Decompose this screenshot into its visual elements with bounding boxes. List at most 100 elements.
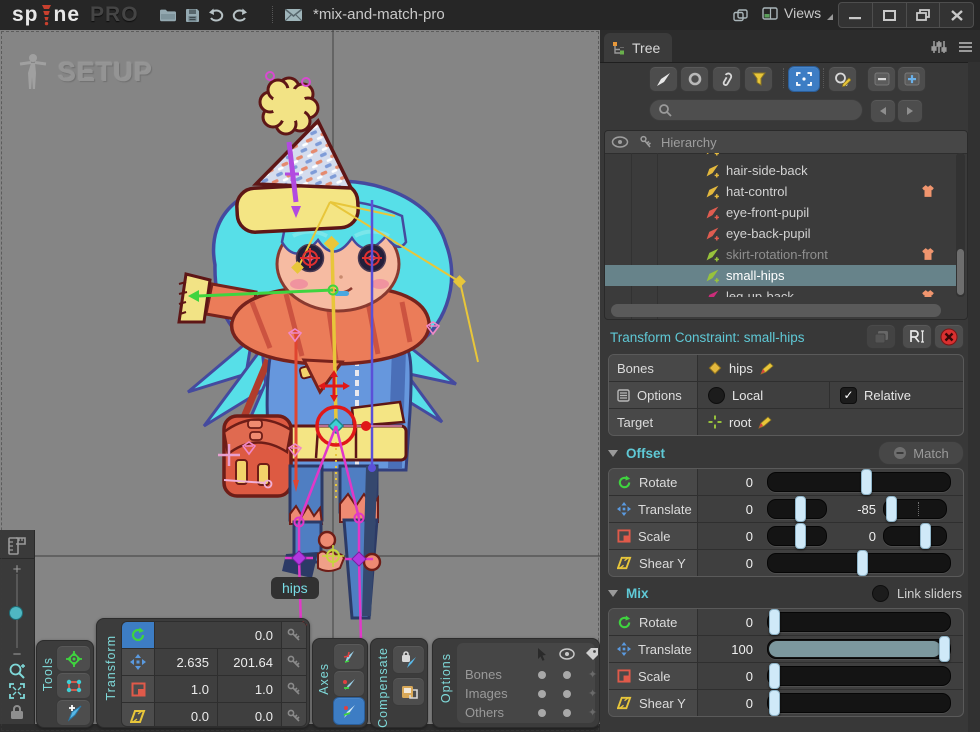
save-project-button[interactable] bbox=[181, 5, 203, 25]
lock-icon[interactable] bbox=[0, 704, 34, 721]
zoom-reset-icon[interactable] bbox=[0, 662, 34, 680]
offset-translate-y-slider[interactable] bbox=[883, 499, 947, 519]
create-bone-tool-button[interactable] bbox=[56, 699, 91, 726]
mix-shear-value[interactable]: 0 bbox=[698, 696, 753, 711]
images-select-toggle[interactable] bbox=[538, 690, 546, 698]
key-icon[interactable] bbox=[281, 676, 306, 702]
collapse-all-button[interactable] bbox=[867, 66, 896, 92]
mix-scale-slider[interactable] bbox=[767, 666, 951, 686]
others-tag-toggle[interactable]: ✦ bbox=[588, 706, 597, 719]
tree-row-hat-control[interactable]: hat-control bbox=[605, 181, 957, 202]
fit-view-icon[interactable] bbox=[0, 682, 34, 700]
translate-x-value[interactable]: 2.635 bbox=[154, 649, 217, 675]
float-windows-icon[interactable] bbox=[729, 5, 751, 25]
compensate-images-button[interactable] bbox=[392, 677, 425, 706]
images-tag-toggle[interactable]: ✦ bbox=[588, 687, 597, 700]
rotate-value[interactable]: 0.0 bbox=[154, 622, 281, 648]
key-icon[interactable] bbox=[281, 649, 306, 675]
delete-constraint-button[interactable] bbox=[934, 324, 964, 349]
target-value-cell[interactable]: root bbox=[698, 409, 963, 435]
offset-translate-x-value[interactable]: 0 bbox=[698, 502, 753, 517]
search-next-button[interactable] bbox=[897, 99, 923, 123]
offset-scale-y-value[interactable]: 0 bbox=[834, 529, 876, 544]
compensate-bones-button[interactable] bbox=[392, 645, 425, 674]
tree-row-eye-back-pupil[interactable]: eye-back-pupil bbox=[605, 223, 957, 244]
frame-selected-button[interactable] bbox=[788, 66, 820, 92]
tree-row-skirt-rotation-front[interactable]: skirt-rotation-front bbox=[605, 244, 957, 265]
offset-scale-x-value[interactable]: 0 bbox=[698, 529, 753, 544]
attachments-button[interactable] bbox=[712, 66, 741, 92]
tree-row-leg-up-back[interactable]: leg-up-back bbox=[605, 286, 957, 297]
panel-menu-icon[interactable] bbox=[954, 38, 976, 56]
tree-row-hair-side-back[interactable]: hair-side-back bbox=[605, 160, 957, 181]
images-visible-toggle[interactable] bbox=[563, 690, 571, 698]
bones-select-toggle[interactable] bbox=[538, 671, 546, 679]
tree-search-input[interactable] bbox=[677, 102, 851, 119]
tree-row-eye-front-pupil[interactable]: eye-front-pupil bbox=[605, 202, 957, 223]
tree-vertical-scrollbar[interactable] bbox=[956, 153, 965, 297]
edit-pencil-icon[interactable] bbox=[760, 362, 774, 375]
others-select-toggle[interactable] bbox=[538, 709, 546, 717]
bones-value-cell[interactable]: hips bbox=[698, 355, 963, 381]
mix-scale-value[interactable]: 0 bbox=[698, 669, 753, 684]
offset-rotate-slider[interactable] bbox=[767, 472, 951, 492]
mix-translate-value[interactable]: 100 bbox=[698, 642, 753, 657]
axes-local-button[interactable] bbox=[333, 697, 365, 725]
match-button[interactable]: Match bbox=[878, 441, 964, 465]
key-icon[interactable] bbox=[281, 703, 306, 727]
mix-rotate-slider[interactable] bbox=[767, 612, 951, 632]
expand-all-button[interactable] bbox=[897, 66, 926, 92]
minimize-button[interactable] bbox=[839, 3, 872, 27]
bones-tag-toggle[interactable]: ✦ bbox=[588, 668, 597, 681]
open-project-button[interactable] bbox=[157, 5, 179, 25]
relative-option[interactable]: ✓ Relative bbox=[830, 382, 963, 408]
collapse-triangle-icon[interactable] bbox=[608, 590, 618, 597]
mix-translate-slider[interactable] bbox=[767, 639, 951, 659]
link-sliders-checkbox[interactable] bbox=[872, 585, 889, 602]
undo-button[interactable] bbox=[205, 5, 227, 25]
search-prev-button[interactable] bbox=[870, 99, 896, 123]
bone-visibility-button[interactable] bbox=[649, 66, 678, 92]
weights-tool-button[interactable] bbox=[56, 672, 91, 699]
maximize-button[interactable] bbox=[872, 3, 906, 27]
export-button[interactable] bbox=[282, 5, 304, 25]
views-menu[interactable]: Views bbox=[762, 5, 833, 21]
collapse-triangle-icon[interactable] bbox=[608, 450, 618, 457]
shear-icon[interactable] bbox=[122, 703, 154, 727]
relative-checkbox[interactable]: ✓ bbox=[840, 387, 857, 404]
zoom-out-button[interactable]: − bbox=[0, 646, 34, 663]
pose-tool-button[interactable] bbox=[56, 645, 91, 672]
bones-visible-toggle[interactable] bbox=[563, 671, 571, 679]
axes-world-button[interactable] bbox=[333, 643, 365, 670]
zoom-slider-handle[interactable] bbox=[9, 606, 23, 620]
circle-visibility-button[interactable] bbox=[680, 66, 709, 92]
scale-x-value[interactable]: 1.0 bbox=[154, 676, 217, 702]
offset-shear-value[interactable]: 0 bbox=[698, 556, 753, 571]
local-checkbox[interactable] bbox=[708, 387, 725, 404]
local-option[interactable]: Local bbox=[698, 382, 830, 408]
search-edit-button[interactable] bbox=[828, 66, 857, 92]
viewport[interactable]: SETUP hips + − T bbox=[0, 30, 600, 732]
translate-y-value[interactable]: 201.64 bbox=[217, 649, 281, 675]
filter-settings-icon[interactable] bbox=[928, 38, 950, 56]
shear-y-value[interactable]: 0.0 bbox=[217, 703, 281, 727]
scale-icon[interactable] bbox=[122, 676, 154, 702]
offset-scale-x-slider[interactable] bbox=[767, 526, 827, 546]
offset-scale-y-slider[interactable] bbox=[883, 526, 947, 546]
tree-row-hair-side-front-control[interactable]: hair-side-front-control bbox=[605, 153, 957, 159]
others-visible-toggle[interactable] bbox=[563, 709, 571, 717]
offset-rotate-value[interactable]: 0 bbox=[698, 475, 753, 490]
shear-x-value[interactable]: 0.0 bbox=[154, 703, 217, 727]
close-button[interactable] bbox=[939, 3, 973, 27]
duplicate-constraint-button[interactable] bbox=[866, 324, 896, 349]
redo-button[interactable] bbox=[229, 5, 251, 25]
panel-scroll-gutter[interactable] bbox=[968, 62, 980, 732]
tree-horizontal-scrollbar[interactable] bbox=[611, 304, 941, 317]
restore-button[interactable] bbox=[906, 3, 940, 27]
mix-rotate-value[interactable]: 0 bbox=[698, 615, 753, 630]
mix-shear-slider[interactable] bbox=[767, 693, 951, 713]
ruler-icon[interactable] bbox=[0, 536, 34, 556]
axes-parent-button[interactable] bbox=[333, 670, 365, 697]
offset-shear-slider[interactable] bbox=[767, 553, 951, 573]
translate-icon[interactable] bbox=[122, 649, 154, 675]
